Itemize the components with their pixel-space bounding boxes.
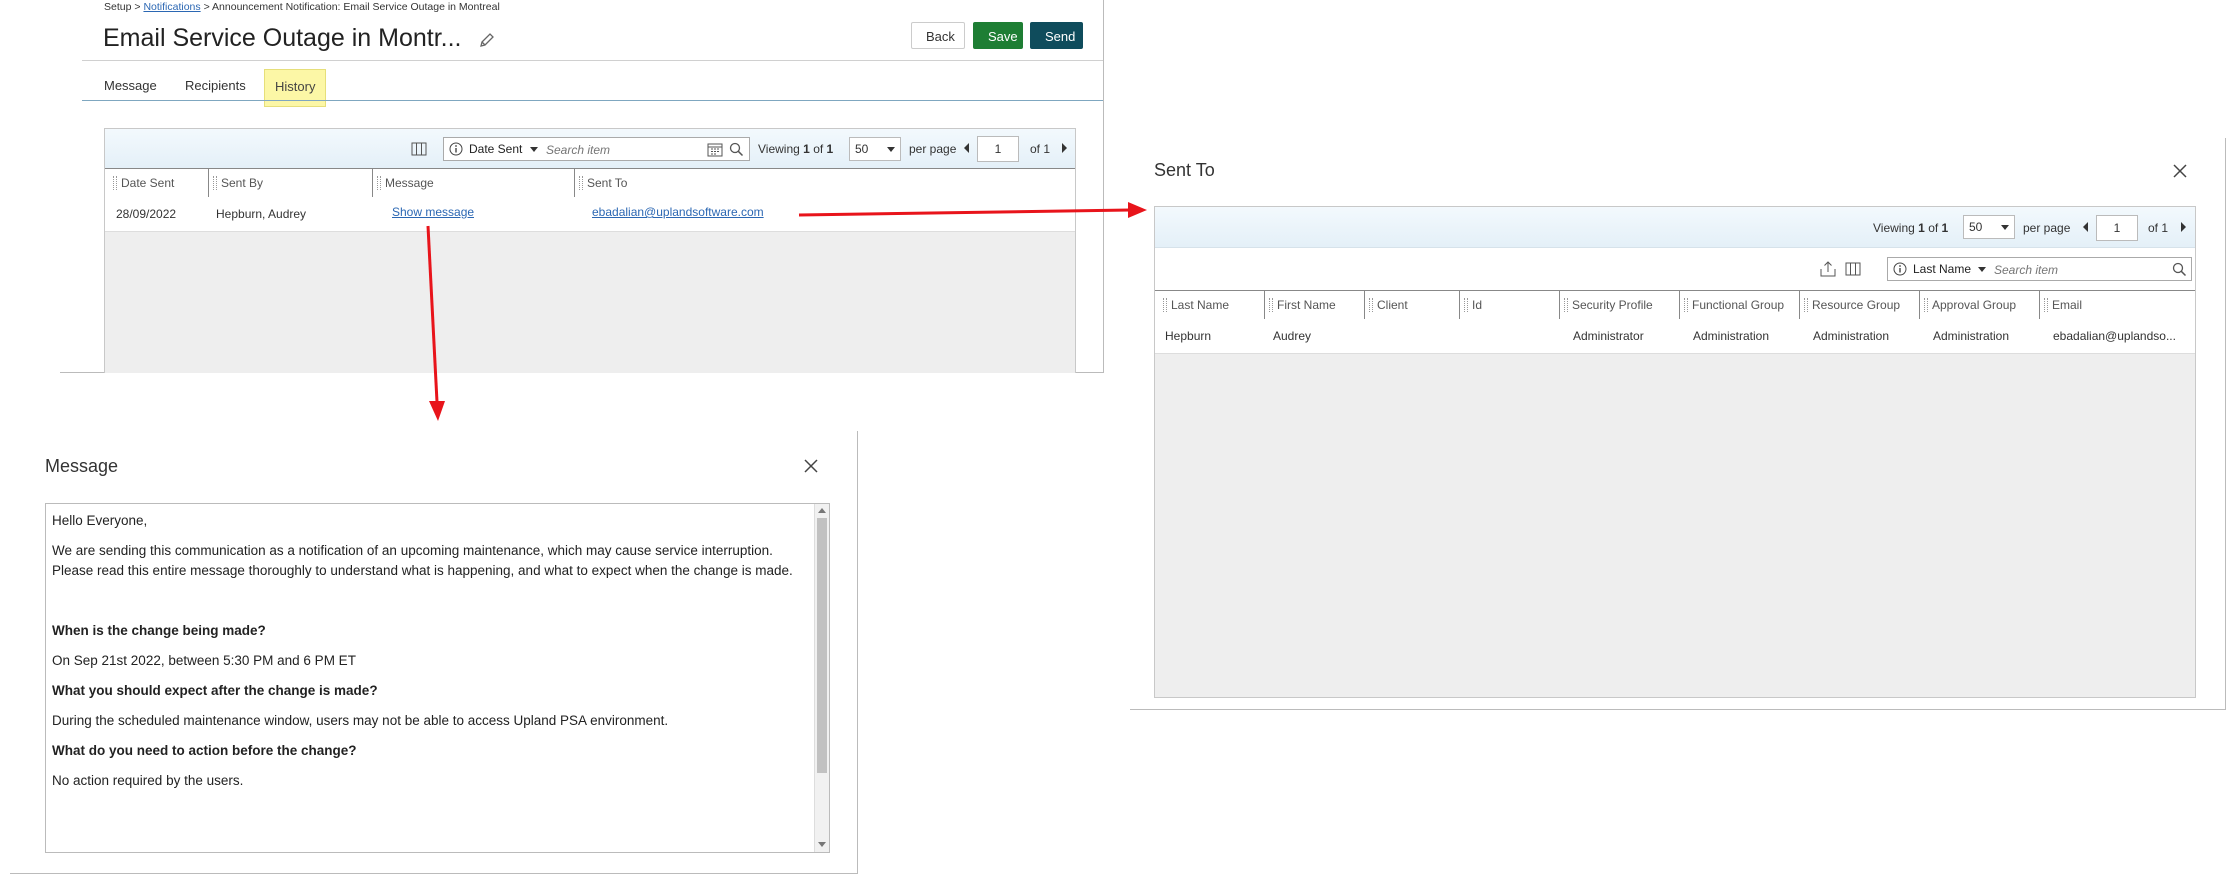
arrow-to-sent-to-dialog: [798, 202, 1147, 218]
annotation-arrows: [426, 202, 1147, 421]
arrow-to-message-dialog: [426, 225, 445, 421]
